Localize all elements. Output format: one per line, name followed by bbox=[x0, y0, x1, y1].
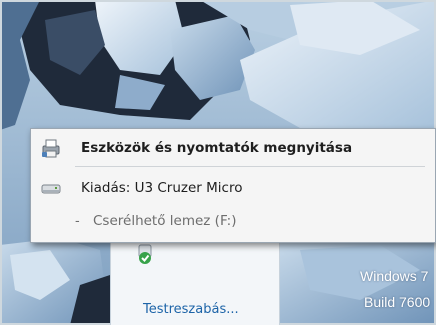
drive-icon bbox=[39, 176, 63, 200]
menu-item-label: Kiadás: U3 Cruzer Micro bbox=[81, 180, 243, 196]
menu-item-open-devices-printers[interactable]: Eszközök és nyomtatók megnyitása bbox=[31, 133, 436, 163]
device-context-popup: Eszközök és nyomtatók megnyitása Kiadás:… bbox=[30, 128, 436, 243]
windows-watermark-line2: Build 7600 bbox=[364, 294, 431, 310]
sub-item-dash: - bbox=[75, 213, 80, 229]
customize-link[interactable]: Testreszabás... bbox=[143, 302, 239, 317]
menu-item-label: Cserélhető lemez (F:) bbox=[93, 213, 237, 229]
menu-item-removable-disk[interactable]: - Cserélhető lemez (F:) bbox=[31, 206, 436, 236]
printer-icon bbox=[39, 136, 63, 160]
usb-safely-remove-icon[interactable] bbox=[133, 242, 159, 268]
notification-overflow-panel: Testreszabás... bbox=[110, 232, 280, 325]
menu-item-eject-device[interactable]: Kiadás: U3 Cruzer Micro bbox=[31, 173, 436, 203]
windows-watermark-line1: Windows 7 bbox=[360, 268, 429, 284]
menu-item-label: Eszközök és nyomtatók megnyitása bbox=[81, 140, 353, 156]
menu-separator bbox=[75, 166, 425, 167]
